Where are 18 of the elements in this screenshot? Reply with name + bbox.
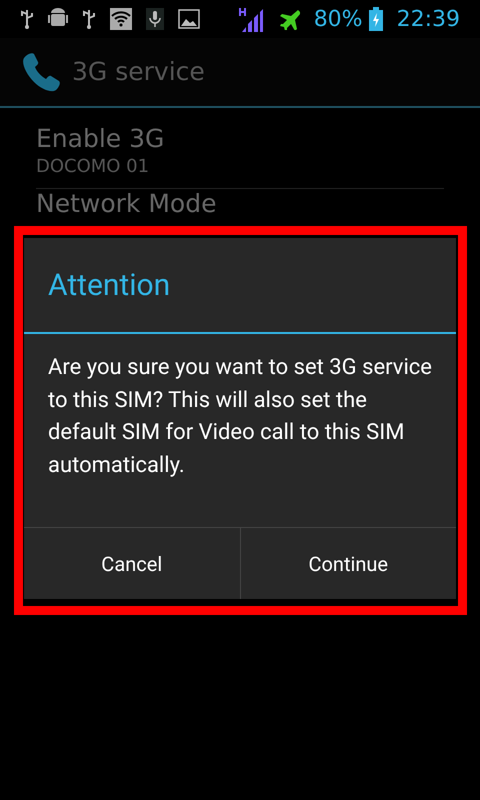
clock-time: 22:39 bbox=[396, 6, 460, 34]
dialog-button[interactable]: Cancel bbox=[24, 528, 240, 599]
microphone-icon bbox=[146, 8, 164, 30]
setting-summary: DOCOMO 01 bbox=[36, 155, 150, 179]
usb-icon bbox=[82, 8, 96, 30]
battery-charging-icon bbox=[368, 7, 383, 31]
usb-icon bbox=[20, 8, 34, 30]
battery-percentage: 80% bbox=[314, 6, 363, 34]
screen-title: 3G service bbox=[72, 56, 205, 88]
dialog-title: Attention bbox=[48, 266, 170, 304]
dialog-message: Are you sure you want to set 3G service to this SIM? This will also set the default SIM for Video call to this SIM automatically. bbox=[47, 354, 433, 480]
airplane-icon bbox=[278, 8, 300, 30]
signal-icon bbox=[238, 6, 264, 32]
setting-title[interactable]: Network Mode bbox=[36, 189, 444, 219]
setting-title[interactable]: Enable 3G bbox=[36, 124, 444, 154]
image-icon bbox=[178, 9, 200, 29]
wifi-icon bbox=[110, 8, 132, 30]
dialog-button[interactable]: Continue bbox=[240, 528, 456, 599]
